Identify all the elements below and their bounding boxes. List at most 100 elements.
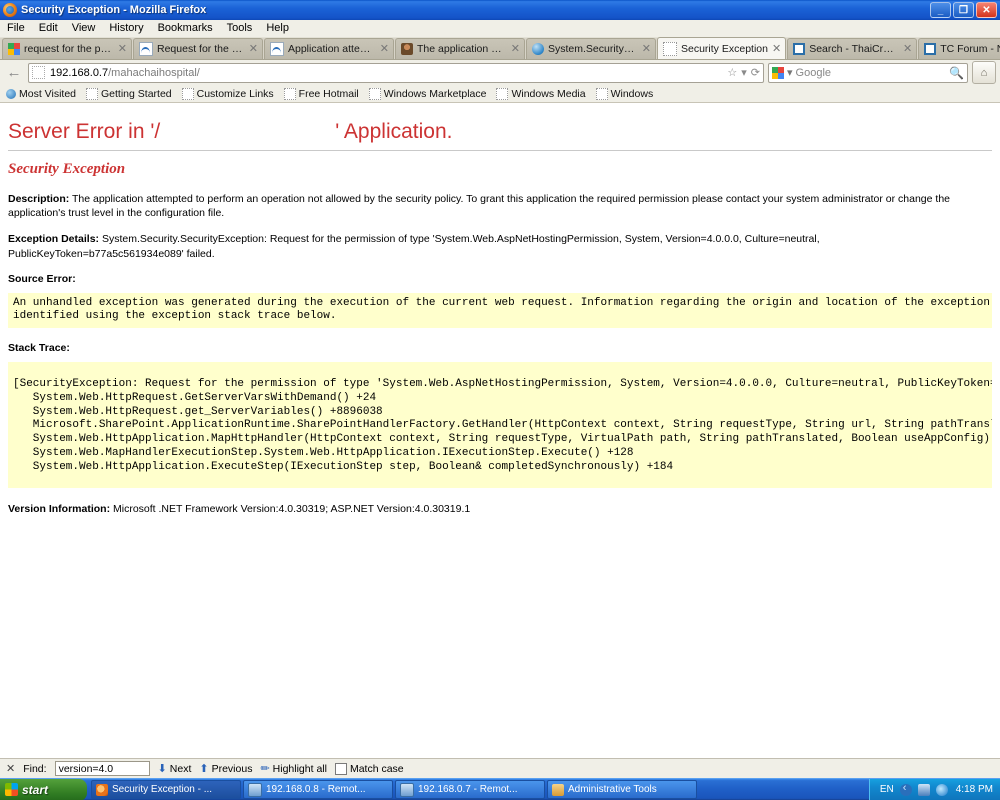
arrow-down-icon: ⬇ xyxy=(158,762,167,775)
address-bar-actions: ☆ ▾ ⟳ xyxy=(727,66,760,79)
chevron-down-icon[interactable]: ▾ xyxy=(787,66,793,79)
exception-heading: Security Exception xyxy=(8,161,992,178)
search-input[interactable]: ▾ Google 🔍 xyxy=(768,63,968,83)
version-text: Microsoft .NET Framework Version:4.0.303… xyxy=(110,503,470,515)
url-host: 192.168.0.7 xyxy=(50,67,108,79)
bookmark-customize-links[interactable]: Customize Links xyxy=(182,88,274,100)
browser-tab[interactable]: Application attempte... ✕ xyxy=(264,38,394,59)
browser-tab[interactable]: TC Forum - New Topi... ✕ xyxy=(918,38,1000,59)
menu-item-history[interactable]: History xyxy=(102,20,150,37)
bookmark-free-hotmail[interactable]: Free Hotmail xyxy=(284,88,359,100)
back-arrow-icon[interactable]: ← xyxy=(4,63,24,83)
find-previous-label: Previous xyxy=(212,763,253,775)
browser-tab[interactable]: Request for the perm... ✕ xyxy=(133,38,263,59)
browser-tab[interactable]: System.SecurityExce... ✕ xyxy=(526,38,656,59)
page-icon xyxy=(596,88,608,100)
search-placeholder-text: Google xyxy=(796,67,831,79)
arrow-up-icon: ⬆ xyxy=(199,762,208,775)
tab-label: Request for the perm... xyxy=(157,43,245,55)
menu-item-bookmarks[interactable]: Bookmarks xyxy=(151,20,220,37)
menu-item-tools[interactable]: Tools xyxy=(220,20,260,37)
menu-bar: File Edit View History Bookmarks Tools H… xyxy=(0,20,1000,38)
page-icon xyxy=(284,88,296,100)
tab-close-icon[interactable]: ✕ xyxy=(118,44,127,54)
tab-close-icon[interactable]: ✕ xyxy=(511,44,520,54)
page-icon xyxy=(182,88,194,100)
msdn-favicon xyxy=(139,42,153,56)
find-next-button[interactable]: ⬇ Next xyxy=(158,762,192,775)
taskbar-item-firefox[interactable]: Security Exception - ... xyxy=(91,780,241,799)
find-bar: ✕ Find: version=4.0 ⬇ Next ⬆ Previous ✏ … xyxy=(0,758,1000,778)
thaicreate-favicon xyxy=(924,43,936,55)
source-error-label: Source Error: xyxy=(8,273,992,285)
find-close-icon[interactable]: ✕ xyxy=(6,762,15,775)
taskbar-item-rdp-8[interactable]: 192.168.0.8 - Remot... xyxy=(243,780,393,799)
minimize-button[interactable]: _ xyxy=(930,2,951,18)
taskbar-items: Security Exception - ... 192.168.0.8 - R… xyxy=(91,780,869,799)
tab-label: Application attempte... xyxy=(288,43,376,55)
highlight-all-button[interactable]: ✏ Highlight all xyxy=(260,762,327,775)
show-hidden-icons-icon[interactable] xyxy=(900,784,912,796)
menu-item-file[interactable]: File xyxy=(0,20,32,37)
page-icon xyxy=(496,88,508,100)
tab-close-icon[interactable]: ✕ xyxy=(772,44,781,54)
tab-label: TC Forum - New Topi... xyxy=(940,43,1000,55)
tab-close-icon[interactable]: ✕ xyxy=(249,44,258,54)
menu-item-help[interactable]: Help xyxy=(259,20,296,37)
tab-close-icon[interactable]: ✕ xyxy=(380,44,389,54)
browser-tab[interactable]: Search - ThaiCreate.... ✕ xyxy=(787,38,917,59)
system-tray: EN 4:18 PM xyxy=(869,779,1000,800)
address-bar[interactable]: 192.168.0.7 /mahachaihospital/ ☆ ▾ ⟳ xyxy=(28,63,764,83)
browser-tab[interactable]: request for the permi... ✕ xyxy=(2,38,132,59)
taskbar-item-rdp-7[interactable]: 192.168.0.7 - Remot... xyxy=(395,780,545,799)
browser-window: Security Exception - Mozilla Firefox _ ❐… xyxy=(0,0,1000,800)
bookmark-windows-marketplace[interactable]: Windows Marketplace xyxy=(369,88,487,100)
language-indicator[interactable]: EN xyxy=(880,784,894,795)
bookmark-label: Customize Links xyxy=(197,88,274,100)
menu-item-view[interactable]: View xyxy=(65,20,103,37)
firefox-icon xyxy=(96,784,108,796)
tab-close-icon[interactable]: ✕ xyxy=(903,44,912,54)
home-button[interactable]: ⌂ xyxy=(972,61,996,84)
page-title: Server Error in '/ ' Application. xyxy=(8,120,992,144)
browser-tab-active[interactable]: Security Exception ✕ xyxy=(657,37,786,59)
bookmark-getting-started[interactable]: Getting Started xyxy=(86,88,172,100)
globe-favicon xyxy=(532,43,544,55)
bookmarks-toolbar: Most Visited Getting Started Customize L… xyxy=(0,85,1000,103)
start-button[interactable]: start xyxy=(0,779,87,800)
match-case-label: Match case xyxy=(350,763,404,775)
maximize-button[interactable]: ❐ xyxy=(953,2,974,18)
browser-tab[interactable]: The application attem... ✕ xyxy=(395,38,525,59)
bookmark-windows[interactable]: Windows xyxy=(596,88,654,100)
msdn-favicon xyxy=(270,42,284,56)
match-case-checkbox[interactable]: Match case xyxy=(335,763,404,775)
search-icon[interactable]: 🔍 xyxy=(949,66,964,80)
find-input[interactable]: version=4.0 xyxy=(55,761,150,776)
close-button[interactable]: ✕ xyxy=(976,2,997,18)
find-next-label: Next xyxy=(170,763,192,775)
remote-desktop-icon xyxy=(248,783,262,797)
bookmark-windows-media[interactable]: Windows Media xyxy=(496,88,585,100)
version-label: Version Information: xyxy=(8,503,110,515)
reload-icon[interactable]: ⟳ xyxy=(751,66,760,79)
update-icon[interactable] xyxy=(936,784,948,796)
tab-close-icon[interactable]: ✕ xyxy=(642,44,651,54)
tab-label: Search - ThaiCreate.... xyxy=(809,43,899,55)
chevron-down-icon[interactable]: ▾ xyxy=(741,66,747,79)
bookmark-most-visited[interactable]: Most Visited xyxy=(6,88,76,100)
description-paragraph: Description: The application attempted t… xyxy=(8,192,992,220)
taskbar-item-label: 192.168.0.8 - Remot... xyxy=(266,784,366,795)
highlight-all-label: Highlight all xyxy=(273,763,327,775)
page-content: Server Error in '/ ' Application. Securi… xyxy=(0,105,1000,757)
taskbar-item-admin-tools[interactable]: Administrative Tools xyxy=(547,780,697,799)
tab-label: The application attem... xyxy=(417,43,507,55)
person-favicon xyxy=(401,43,413,55)
bookmark-star-icon[interactable]: ☆ xyxy=(727,66,737,79)
clock[interactable]: 4:18 PM xyxy=(956,784,993,795)
menu-item-edit[interactable]: Edit xyxy=(32,20,65,37)
tab-label: request for the permi... xyxy=(24,43,114,55)
exception-details-label: Exception Details: xyxy=(8,233,99,245)
description-label: Description: xyxy=(8,193,69,205)
find-previous-button[interactable]: ⬆ Previous xyxy=(199,762,252,775)
network-icon[interactable] xyxy=(918,784,930,796)
